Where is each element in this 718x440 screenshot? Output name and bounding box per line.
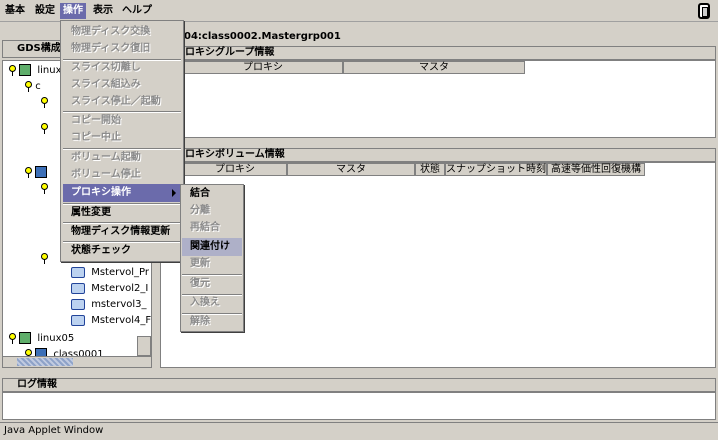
log-section-title: ログ情報 — [2, 378, 716, 392]
menu-item-proxy-operation[interactable]: プロキシ操作 — [63, 184, 181, 202]
tree-node-group[interactable] — [41, 121, 48, 137]
expand-key-icon[interactable] — [41, 122, 48, 134]
expand-key-icon[interactable] — [25, 80, 32, 92]
menu-item-replace-disk: 物理ディスク交換 — [71, 26, 151, 37]
volume-label: mstervol3_ — [91, 299, 147, 310]
class-icon — [35, 166, 48, 178]
submenu-item-swap: 入換え — [190, 297, 220, 308]
col-status[interactable]: 状態 — [415, 163, 445, 176]
menu-item-restore-disk: 物理ディスク復旧 — [71, 43, 151, 54]
menu-item-stop-volume: ボリューム停止 — [71, 169, 141, 180]
menu-item-update-disk-info[interactable]: 物理ディスク情報更新 — [63, 223, 181, 241]
operation-menu: 物理ディスク交換 物理ディスク復旧 スライス切離し スライス組込み スライス停止… — [60, 20, 184, 262]
volume-label: Mstervol2_I — [91, 283, 149, 294]
selected-object-title: 04:class0002.Mastergrp001 — [184, 31, 341, 42]
expand-key-icon[interactable] — [25, 166, 32, 178]
menu-item-attach-slice: スライス組込み — [71, 79, 141, 90]
menu-bar: 基本 設定 操作 表示 ヘルプ — [0, 0, 718, 22]
node-icon — [19, 64, 32, 76]
tree-node-linux[interactable]: linux — [9, 63, 62, 79]
volume-icon — [71, 266, 85, 278]
volume-label: Mstervol_Pr — [91, 267, 149, 278]
menu-item-stop-start-slice: スライス停止／起動 — [71, 96, 161, 107]
col-proxy[interactable]: プロキシ — [183, 163, 287, 176]
col-master[interactable]: マスタ — [343, 61, 525, 74]
menu-item-detach-slice: スライス切離し — [71, 62, 141, 73]
menu-item-start-copy: コピー開始 — [71, 115, 121, 126]
menu-operation[interactable]: 操作 — [60, 3, 86, 19]
menu-item-label: プロキシ操作 — [71, 187, 131, 198]
submenu-arrow-icon — [172, 189, 176, 197]
proxy-operation-submenu: 結合 分離 再結合 関連付け 更新 復元 入換え 解除 — [180, 184, 244, 332]
submenu-item-update: 更新 — [190, 258, 210, 269]
proxy-group-table[interactable]: プロキシ マスタ — [160, 60, 716, 138]
expand-key-icon[interactable] — [9, 332, 16, 344]
tree-node-group[interactable] — [41, 181, 48, 197]
scroll-down-button[interactable] — [137, 336, 151, 356]
tree-volume[interactable]: Mstervol4_F — [71, 313, 151, 329]
volume-label: Mstervol4_F — [91, 315, 152, 326]
log-area[interactable] — [2, 392, 716, 420]
tree-node-group[interactable] — [41, 251, 48, 267]
tree-volume[interactable]: mstervol3_ — [71, 297, 147, 313]
submenu-item-release: 解除 — [190, 316, 210, 327]
menu-item-change-attributes[interactable]: 属性変更 — [63, 204, 181, 222]
volume-icon — [71, 314, 85, 326]
scroll-thumb[interactable] — [17, 358, 73, 366]
tree-volume[interactable]: Mstervol2_I — [71, 281, 148, 297]
tree-node-label: linux — [37, 65, 62, 76]
menu-settings[interactable]: 設定 — [32, 3, 58, 19]
menu-item-start-volume: ボリューム起動 — [71, 152, 141, 163]
tree-node-group[interactable] — [41, 95, 48, 111]
status-bar: Java Applet Window — [0, 422, 718, 440]
expand-key-icon[interactable] — [41, 96, 48, 108]
trash-icon[interactable] — [698, 3, 710, 19]
col-master[interactable]: マスタ — [287, 163, 415, 176]
col-proxy[interactable]: プロキシ — [183, 61, 343, 74]
submenu-item-part: 分離 — [190, 205, 210, 216]
submenu-item-relate[interactable]: 関連付け — [182, 238, 242, 256]
proxy-volume-section-heading: ロキシボリューム情報 — [160, 148, 716, 162]
tree-node-class[interactable] — [25, 165, 50, 181]
menu-item-stop-copy: コピー中止 — [71, 132, 121, 143]
submenu-item-join[interactable]: 結合 — [182, 185, 242, 203]
expand-key-icon[interactable] — [41, 182, 48, 194]
expand-key-icon[interactable] — [9, 64, 16, 76]
tree-node-class[interactable]: c — [25, 79, 41, 95]
submenu-item-rejoin: 再結合 — [190, 222, 220, 233]
menu-item-check-status[interactable]: 状態チェック — [63, 242, 181, 260]
tree-node-label: linux05 — [37, 333, 75, 344]
tree-node-linux05[interactable]: linux05 — [9, 331, 74, 347]
col-snapshot-time[interactable]: スナップショット時刻 — [445, 163, 547, 176]
menu-basic[interactable]: 基本 — [2, 3, 28, 19]
horizontal-scrollbar[interactable] — [2, 356, 152, 368]
menu-view[interactable]: 表示 — [90, 3, 116, 19]
tree-node-label: c — [35, 81, 41, 92]
node-icon — [19, 332, 32, 344]
volume-icon — [71, 298, 85, 310]
tree-volume[interactable]: Mstervol_Pr — [71, 265, 149, 281]
proxy-group-section-heading: ロキシグループ情報 — [160, 46, 716, 60]
submenu-item-restore: 復元 — [190, 278, 210, 289]
col-fast-recovery[interactable]: 高速等価性回復機構 — [547, 163, 645, 176]
expand-key-icon[interactable] — [41, 252, 48, 264]
volume-icon — [71, 282, 85, 294]
menu-help[interactable]: ヘルプ — [119, 3, 155, 19]
